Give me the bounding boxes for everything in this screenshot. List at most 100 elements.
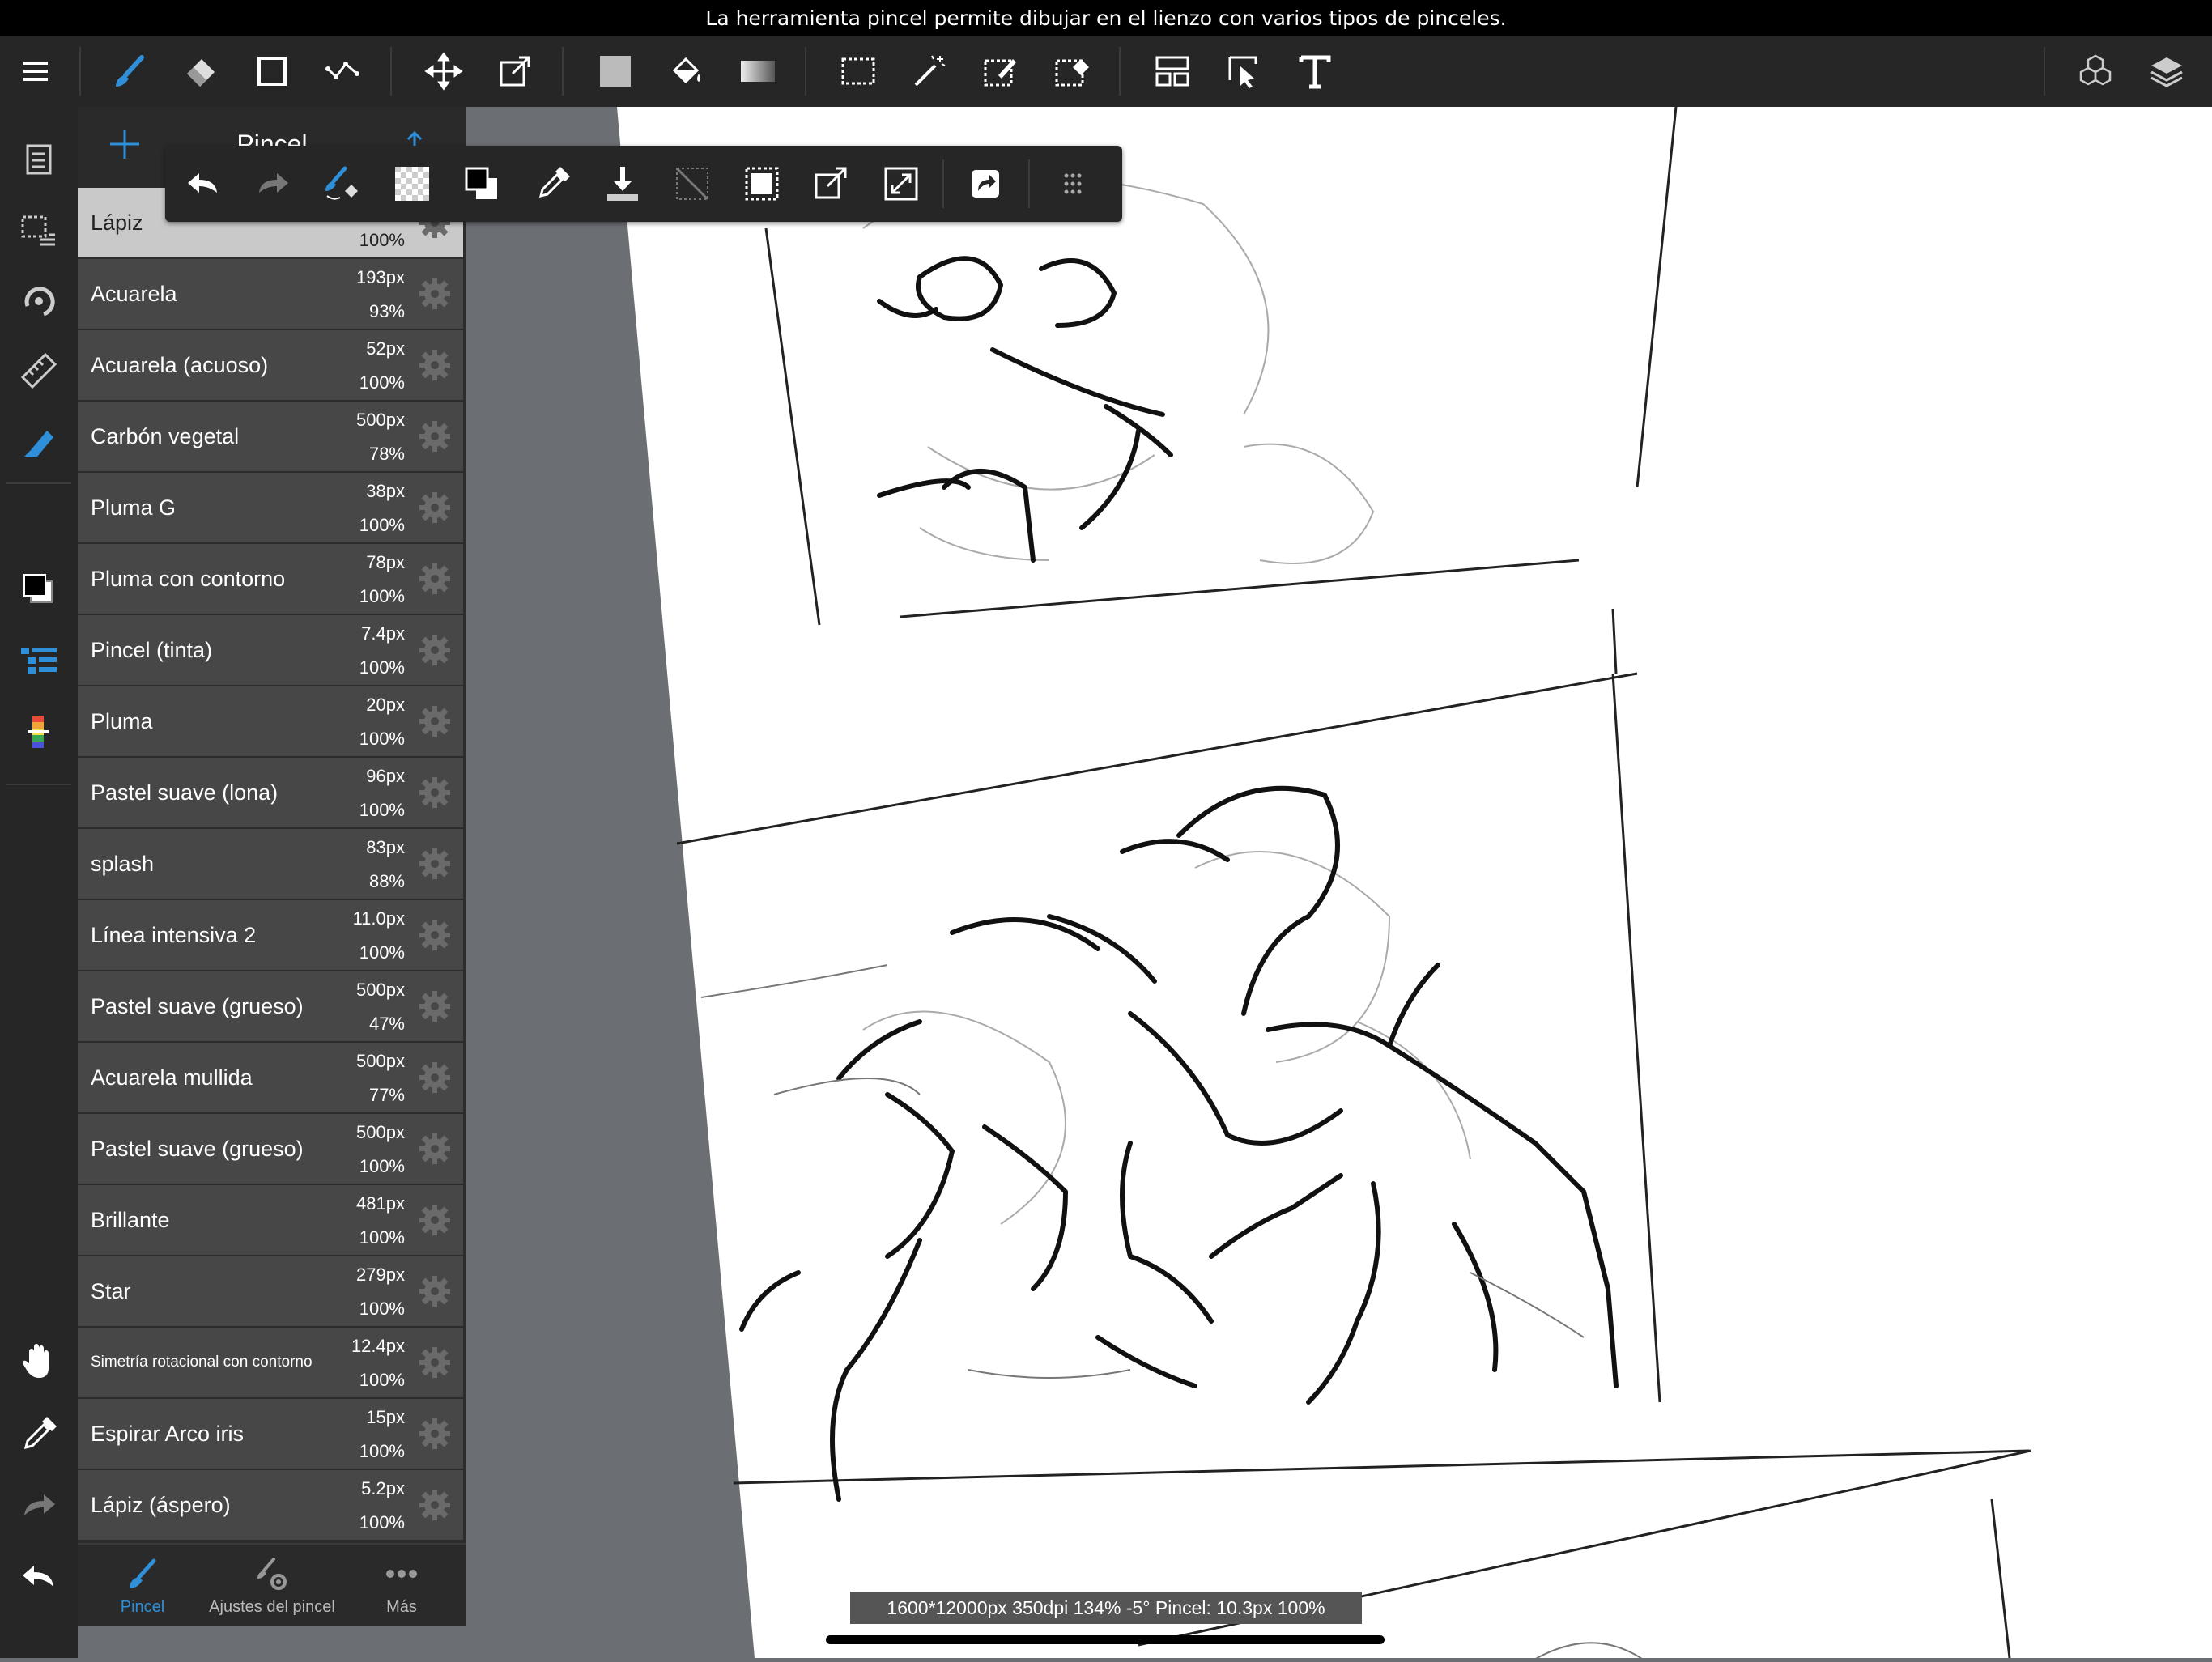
brush-settings-button[interactable] [418, 918, 452, 952]
eraser-tool-button[interactable] [165, 36, 236, 107]
brush-settings-button[interactable] [418, 776, 452, 810]
brush-row[interactable]: Pluma G 38px 100% [78, 473, 463, 544]
ruler-button[interactable] [0, 337, 78, 405]
select-tool-button[interactable] [823, 36, 894, 107]
brush-row[interactable]: Espirar Arco iris 15px 100% [78, 1399, 463, 1470]
brush-row[interactable]: Acuarela mullida 500px 77% [78, 1043, 463, 1114]
selection-menu-button[interactable] [0, 196, 78, 264]
quick-share-button[interactable] [951, 146, 1020, 222]
quick-swap-colors-button[interactable] [447, 146, 517, 222]
layers-button[interactable] [2131, 36, 2202, 107]
gear-icon [419, 848, 450, 879]
quick-undo-button[interactable] [168, 146, 238, 222]
brush-list-button[interactable] [0, 408, 78, 476]
undo-button[interactable] [0, 1543, 78, 1611]
brush-settings-button[interactable] [418, 704, 452, 738]
tab-mas[interactable]: Más [337, 1545, 466, 1626]
quick-save-button[interactable] [588, 146, 657, 222]
gradient-icon [741, 61, 775, 82]
brush-settings-button[interactable] [418, 989, 452, 1023]
undo-icon [188, 173, 217, 193]
brush-row[interactable]: splash 83px 88% [78, 829, 463, 900]
color-wheel-button[interactable] [0, 698, 78, 766]
brush-row[interactable]: Star 279px 100% [78, 1256, 463, 1328]
tab-pincel[interactable]: Pincel [78, 1545, 207, 1626]
brush-row[interactable]: Carbón vegetal 500px 78% [78, 402, 463, 473]
menu-button[interactable] [0, 36, 71, 107]
brush-settings-button[interactable] [418, 1132, 452, 1166]
quick-brush-eraser-toggle[interactable] [308, 146, 377, 222]
brush-settings-button[interactable] [418, 1488, 452, 1522]
curve-tool-button[interactable] [308, 36, 379, 107]
quick-select-all-button[interactable] [727, 146, 797, 222]
brush-row[interactable]: Pastel suave (grueso) 500px 100% [78, 1114, 463, 1185]
eyedropper-button[interactable] [0, 1401, 78, 1469]
square-icon [257, 57, 287, 86]
text-tool-button[interactable] [1279, 36, 1351, 107]
3d-material-button[interactable] [2060, 36, 2131, 107]
brush-settings-button[interactable] [418, 1203, 452, 1237]
brush-settings-button[interactable] [418, 1417, 452, 1451]
move-tool-button[interactable] [408, 36, 479, 107]
fill-color-tool-button[interactable] [580, 36, 651, 107]
brush-row[interactable]: Acuarela (acuoso) 52px 100% [78, 330, 463, 402]
brush-settings-button[interactable] [418, 1061, 452, 1095]
brush-settings-button[interactable] [418, 562, 452, 596]
brush-row[interactable]: Lápiz (áspero) 5.2px 100% [78, 1470, 463, 1541]
brush-opacity: 100% [359, 1370, 405, 1390]
brush-name: Pastel suave (grueso) [91, 1136, 304, 1161]
redo-button[interactable] [0, 1472, 78, 1540]
gear-icon [419, 1418, 450, 1449]
operation-tool-button[interactable] [1208, 36, 1279, 107]
brush-row[interactable]: Pluma con contorno 78px 100% [78, 544, 463, 615]
brush-opacity: 100% [359, 586, 405, 606]
brush-tool-button[interactable] [94, 36, 165, 107]
move-icon [424, 52, 463, 91]
brush-settings-button[interactable] [418, 348, 452, 382]
brush-row[interactable]: Pincel (tinta) 7.4px 100% [78, 615, 463, 686]
quick-transparent-color-button[interactable] [377, 146, 447, 222]
home-indicator[interactable] [826, 1635, 1385, 1644]
brush-settings-button[interactable] [418, 277, 452, 311]
brush-row[interactable]: Pastel suave (grueso) 500px 47% [78, 971, 463, 1043]
transform-tool-button[interactable] [479, 36, 551, 107]
rotate-canvas-button[interactable] [0, 267, 78, 335]
magic-wand-tool-button[interactable] [894, 36, 965, 107]
brush-settings-button[interactable] [418, 633, 452, 667]
brush-settings-button[interactable] [418, 491, 452, 525]
tab-ajustes-label: Ajustes del pincel [209, 1598, 335, 1616]
tab-ajustes-del-pincel[interactable]: Ajustes del pincel [207, 1545, 337, 1626]
hand-tool-button[interactable] [0, 1328, 78, 1396]
eyedropper-icon [538, 167, 570, 198]
magic-wand-icon [914, 55, 946, 87]
quick-clear-button[interactable] [657, 146, 727, 222]
brush-row[interactable]: Acuarela 193px 93% [78, 259, 463, 330]
select-pen-tool-button[interactable] [965, 36, 1036, 107]
brush-row[interactable]: Simetría rotacional con contorno 12.4px 10… [78, 1328, 463, 1399]
bucket-tool-button[interactable] [651, 36, 722, 107]
brush-settings-button[interactable] [418, 847, 452, 881]
frame-divider-tool-button[interactable] [1137, 36, 1208, 107]
brush-opacity: 100% [359, 942, 405, 963]
brush-row[interactable]: Pastel suave (lona) 96px 100% [78, 758, 463, 829]
color-swatch-button[interactable] [0, 555, 78, 623]
brush-settings-button[interactable] [418, 1274, 452, 1308]
quick-fit-button[interactable] [866, 146, 936, 222]
brush-row[interactable]: Brillante 481px 100% [78, 1185, 463, 1256]
color-list-button[interactable] [0, 627, 78, 695]
quick-eyedropper-button[interactable] [518, 146, 588, 222]
quick-transform-button[interactable] [797, 146, 866, 222]
brush-row[interactable]: Línea intensiva 2 11.0px 100% [78, 900, 463, 971]
brush-opacity: 88% [368, 871, 405, 891]
quick-toolbar-handle[interactable] [1038, 146, 1108, 222]
pages-button[interactable] [0, 125, 78, 193]
select-eraser-tool-button[interactable] [1036, 36, 1108, 107]
add-brush-button[interactable] [105, 125, 144, 164]
brush-row[interactable]: Pluma 20px 100% [78, 686, 463, 758]
brush-settings-button[interactable] [418, 1345, 452, 1379]
shape-tool-button[interactable] [236, 36, 308, 107]
quick-redo-button[interactable] [238, 146, 308, 222]
brush-settings-button[interactable] [418, 419, 452, 453]
brush-size: 5.2px [361, 1478, 405, 1498]
gradient-tool-button[interactable] [722, 36, 793, 107]
